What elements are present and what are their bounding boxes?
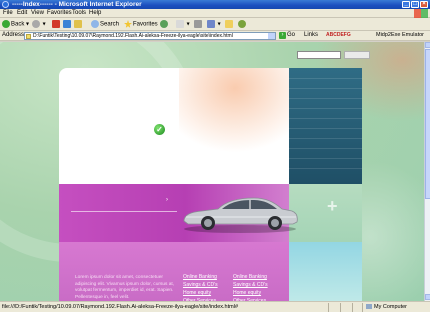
- menu-file[interactable]: File: [3, 10, 13, 16]
- menu-favorites[interactable]: Favorites: [47, 10, 72, 16]
- link-online-banking-2[interactable]: Online Banking: [233, 274, 267, 280]
- scroll-thumb[interactable]: [425, 49, 430, 199]
- status-bar: file:///D:/Funtik/Testing/10.09.07/Raymo…: [0, 301, 430, 312]
- toolbar-brand-button[interactable]: ABCDEFG: [326, 32, 351, 38]
- vertical-scrollbar[interactable]: [424, 42, 430, 301]
- close-button[interactable]: ×: [420, 1, 428, 8]
- go-arrow-icon: ›: [279, 32, 286, 39]
- banner-arrow-icon: ›: [166, 197, 168, 203]
- ie-icon: [2, 1, 9, 8]
- site-search-button[interactable]: [344, 51, 370, 59]
- header-panel: [59, 68, 289, 184]
- edit-icon: [207, 20, 215, 28]
- link-savings-2[interactable]: Savings & CD's: [233, 282, 268, 288]
- scroll-down-icon[interactable]: [425, 294, 430, 300]
- address-bar: Address D:\Funtik\Testing\10.09.07\Raymo…: [0, 31, 430, 41]
- refresh-button[interactable]: [63, 20, 72, 29]
- address-input[interactable]: D:\Funtik\Testing\10.09.07\Raymond.192.F…: [24, 32, 276, 40]
- home-icon: [74, 20, 82, 28]
- title-bar: -----Index------ - Microsoft Internet Ex…: [0, 0, 430, 9]
- messenger-button[interactable]: [238, 20, 247, 29]
- star-icon: [124, 20, 132, 28]
- link-home-equity-2[interactable]: Home equity: [233, 290, 261, 296]
- checkmark-icon: ✓: [154, 124, 165, 135]
- history-icon: [160, 20, 168, 28]
- history-button[interactable]: [160, 20, 169, 29]
- toolbar: Back ▾ ▾ Search Favorites ▾ ▾: [0, 18, 430, 31]
- maximize-button[interactable]: □: [411, 1, 419, 8]
- status-text: file:///D:/Funtik/Testing/10.09.07/Raymo…: [2, 304, 239, 310]
- car-image: [183, 197, 298, 233]
- link-savings[interactable]: Savings & CD's: [183, 282, 218, 288]
- forward-button[interactable]: ▾: [32, 20, 46, 29]
- edit-button[interactable]: ▾: [207, 20, 221, 29]
- search-button[interactable]: Search: [91, 20, 119, 29]
- plus-icon: +: [327, 196, 338, 216]
- stop-button[interactable]: [52, 20, 61, 29]
- header-flare: [179, 68, 289, 158]
- aqua-panel: [289, 242, 362, 301]
- page-icon: [26, 34, 31, 39]
- address-value: D:\Funtik\Testing\10.09.07\Raymond.192.F…: [33, 33, 233, 39]
- go-button[interactable]: › Go: [279, 32, 295, 39]
- print-button[interactable]: [194, 20, 203, 29]
- banner-divider: [71, 211, 177, 212]
- folder-button[interactable]: [225, 20, 234, 29]
- scroll-up-icon[interactable]: [425, 42, 430, 48]
- print-icon: [194, 20, 202, 28]
- links-button[interactable]: Links: [304, 32, 318, 38]
- teal-panel: [289, 68, 362, 184]
- intro-text: Lorem ipsum dolor sit amet, consectetuer…: [75, 275, 175, 300]
- menu-tools[interactable]: Tools: [72, 10, 86, 16]
- menu-view[interactable]: View: [31, 10, 44, 16]
- emulator-button[interactable]: Midp2Exe Emulator: [376, 32, 424, 38]
- mail-button[interactable]: ▾: [176, 20, 190, 29]
- minimize-button[interactable]: _: [402, 1, 410, 8]
- window-title: -----Index------ - Microsoft Internet Ex…: [12, 1, 142, 8]
- address-dropdown-icon[interactable]: [268, 33, 275, 39]
- windows-logo-icon: [414, 9, 428, 18]
- favorites-button[interactable]: Favorites: [124, 20, 158, 29]
- folder-icon: [225, 20, 233, 28]
- menu-help[interactable]: Help: [89, 10, 101, 16]
- mail-icon: [176, 20, 184, 28]
- search-icon: [91, 20, 99, 28]
- back-arrow-icon: [2, 20, 10, 28]
- address-label: Address: [2, 32, 25, 38]
- link-online-banking[interactable]: Online Banking: [183, 274, 217, 280]
- link-home-equity[interactable]: Home equity: [183, 290, 211, 296]
- home-button[interactable]: [74, 20, 83, 29]
- forward-arrow-icon: [32, 20, 40, 28]
- zone-indicator: My Computer: [366, 304, 407, 310]
- back-button[interactable]: Back ▾: [2, 20, 29, 29]
- menu-bar: File Edit View Favorites Tools Help: [0, 9, 430, 18]
- messenger-icon: [238, 20, 246, 28]
- site-search-input[interactable]: [297, 51, 341, 59]
- stop-icon: [52, 20, 60, 28]
- menu-edit[interactable]: Edit: [17, 10, 27, 16]
- refresh-icon: [63, 20, 71, 28]
- computer-icon: [366, 304, 372, 310]
